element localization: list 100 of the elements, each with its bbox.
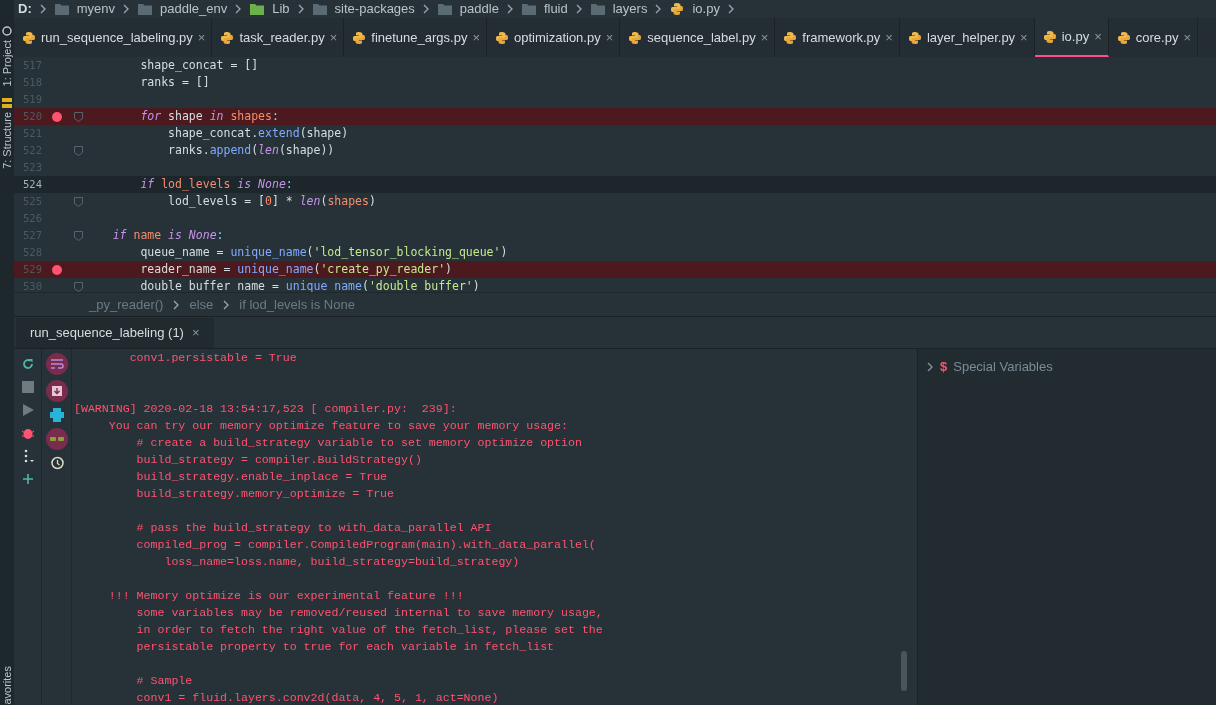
python-file-icon [1042, 29, 1057, 44]
python-file-icon [783, 30, 798, 45]
console-line: build_strategy.memory_optimize = True [135, 486, 396, 502]
soft-wrap-icon[interactable] [45, 353, 68, 375]
glasses-icon[interactable] [45, 428, 68, 450]
close-icon[interactable]: × [329, 27, 338, 48]
editor-tab[interactable]: core.py × [1108, 18, 1198, 57]
close-icon[interactable]: × [472, 27, 480, 48]
breakpoint-icon[interactable] [52, 264, 62, 275]
python-file-icon [1116, 30, 1131, 45]
close-icon[interactable]: × [191, 323, 200, 343]
chevron-icon [123, 4, 129, 14]
close-icon[interactable]: × [1094, 26, 1102, 47]
console-line: conv1 = fluid.layers.conv2d(data, 4, 5, 1, act=None) [135, 690, 500, 705]
breadcrumb-item[interactable]: paddle [459, 1, 499, 17]
fold-icon[interactable] [73, 145, 83, 156]
code-text: ranks.append(len(shape)) [167, 141, 335, 159]
rerun-icon[interactable] [20, 357, 35, 371]
console-line: loss_name=loss.name, build_strategy=build_strategy) [163, 554, 521, 570]
editor-tab[interactable]: sequence_label.py × [620, 18, 776, 57]
tool-window-tab[interactable]: 1: Project [0, 40, 16, 87]
chevron-icon [575, 4, 582, 14]
chevron-icon [39, 4, 46, 14]
line-number: 529 [22, 261, 42, 277]
code-text: reader_name = unique_name('create_py_reader') [139, 260, 452, 278]
history-icon[interactable] [48, 455, 65, 471]
python-file-icon [907, 30, 922, 45]
editor-tab[interactable]: framework.py × [775, 18, 900, 57]
chevron-icon [727, 4, 734, 14]
play-icon[interactable] [20, 403, 35, 417]
code-text: shape_concat = [] [139, 57, 259, 74]
console-line: build_strategy = compiler.BuildStrategy() [135, 452, 423, 468]
console-line: # create a build_strategy variable to set memory optimize option [135, 435, 583, 451]
line-number: 520 [22, 108, 42, 124]
fold-icon[interactable] [73, 281, 83, 292]
breadcrumb-item[interactable]: fluid [543, 1, 568, 17]
dollar-icon: $ [940, 357, 948, 377]
close-icon[interactable]: × [760, 27, 769, 48]
close-icon[interactable]: × [197, 27, 206, 48]
console-line: [WARNING] 2020-02-18 13:54:17,523 [ compiler.py: 239]: [74, 401, 458, 417]
run-tab[interactable]: run_sequence_labeling (1) × [16, 318, 214, 348]
editor-tab[interactable]: optimization.py × [487, 18, 621, 57]
breadcrumb-item[interactable]: Lib [272, 1, 290, 17]
console-line: persistable property to true for each variable in fetch_list [135, 639, 556, 655]
editor-tab[interactable]: io.py × [1034, 18, 1109, 57]
editor-tab[interactable]: layer_helper.py × [899, 18, 1035, 57]
code-text: ranks = [] [139, 73, 210, 91]
chevron-icon [506, 4, 513, 14]
code-text: lod_levels = [0] * len(shapes) [167, 192, 376, 210]
scrollbar-thumb[interactable] [901, 651, 907, 691]
tool-window-tab[interactable]: 7: Structure [0, 112, 16, 170]
chevron-icon [235, 4, 242, 14]
variable-group-label[interactable]: Special Variables [953, 357, 1053, 377]
console-line: some variables may be removed/reused internal to save memory usage, [135, 605, 604, 621]
code-text: if lod_levels is None: [139, 175, 293, 193]
breadcrumb-item[interactable]: site-packages [334, 1, 415, 17]
console-line: # pass the build_strategy to with_data_parallel API [135, 520, 493, 536]
stop-icon[interactable] [20, 380, 35, 394]
breadcrumb-item[interactable]: io.py [692, 1, 720, 17]
close-icon[interactable]: × [1020, 27, 1028, 48]
chevron-icon [223, 299, 230, 310]
python-file-icon [495, 30, 509, 45]
breadcrumb-item[interactable]: layers [612, 1, 648, 17]
python-file-icon [220, 30, 235, 45]
breakpoint-icon[interactable] [52, 111, 62, 122]
add-icon[interactable] [20, 472, 35, 486]
code-text: shape_concat.extend(shape) [167, 124, 349, 142]
scroll-to-end-icon[interactable] [45, 380, 68, 402]
console-line: build_strategy.enable_inplace = True [135, 469, 389, 485]
editor-tab[interactable]: task_reader.py × [212, 18, 345, 57]
console-line: conv1.persistable = True [128, 350, 298, 366]
bug-icon[interactable] [20, 426, 35, 440]
code-text: if name is None: [111, 226, 224, 244]
code-text: double_buffer_name = unique_name('double_buffer') [139, 277, 480, 292]
chevron-right-icon[interactable] [926, 361, 934, 372]
close-icon[interactable]: × [885, 27, 893, 48]
chevron-icon [422, 4, 429, 14]
fold-icon[interactable] [73, 111, 83, 122]
close-icon[interactable]: × [605, 27, 614, 48]
python-file-icon [352, 30, 367, 45]
python-file-icon [628, 30, 643, 45]
code-text: queue_name = unique_name('lod_tensor_blocking_queue') [139, 243, 508, 261]
code-text: for shape in shapes: [139, 107, 279, 125]
console-line: !!! Memory optimize is our experimental feature !!! [107, 588, 465, 604]
close-icon[interactable]: × [1183, 27, 1191, 48]
structure-icon [2, 98, 12, 109]
chevron-icon [173, 299, 180, 310]
editor-tab[interactable]: run_sequence_labeling.py × [14, 18, 213, 57]
breadcrumb-item[interactable]: D: [18, 1, 32, 17]
breadcrumb-item[interactable]: paddle_env [160, 1, 228, 17]
console-line: compiled_prog = compiler.CompiledProgram(main).with_data_parallel( [135, 537, 597, 553]
editor-tab[interactable]: finetune_args.py × [344, 18, 487, 57]
tool-window-tab[interactable]: avorites [0, 666, 16, 705]
chevron-icon [297, 4, 304, 14]
fold-icon[interactable] [73, 196, 83, 207]
breadcrumb-item[interactable]: myenv [76, 1, 115, 17]
console-line: # Sample [135, 673, 194, 689]
python-file-icon [670, 2, 685, 16]
line-number: 524 [22, 176, 42, 192]
fold-icon[interactable] [73, 230, 83, 241]
